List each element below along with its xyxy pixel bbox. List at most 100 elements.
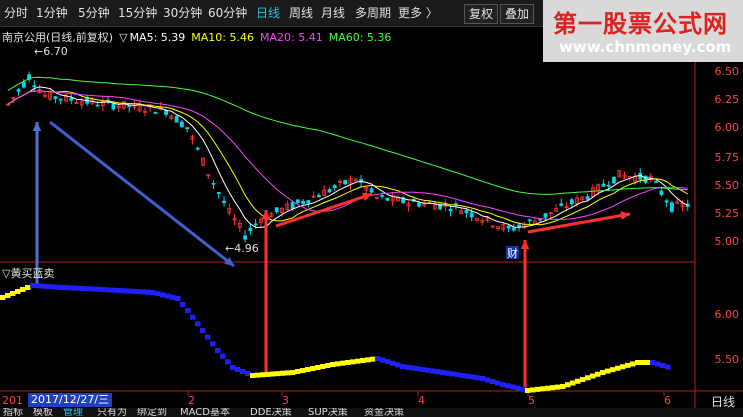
indicator-bar [100, 287, 106, 292]
price-tick: 5.25 [714, 207, 740, 220]
indicator-bar [405, 364, 411, 370]
bottom-tab[interactable]: 绑定到 [137, 408, 167, 417]
bottom-tab[interactable]: 资金决策 [364, 408, 404, 417]
tab-5min[interactable]: 5分钟 [78, 3, 110, 23]
ma5-label: MA5: 5.39 [129, 31, 186, 44]
candle-body [585, 196, 590, 200]
tab-daily[interactable]: 日线 [256, 3, 280, 23]
watermark-title: 第一股票公式网 [553, 10, 728, 38]
tab-1min[interactable]: 1分钟 [36, 3, 68, 23]
indicator-bar [15, 289, 21, 294]
indicator-bar [510, 384, 516, 390]
indicator-bar [190, 314, 196, 320]
indicator-bar [325, 363, 331, 368]
bottom-tab[interactable]: 模板 [33, 408, 53, 417]
tab-multi-period[interactable]: 多周期 [355, 3, 391, 23]
indicator-bar [180, 302, 186, 307]
tab-60min[interactable]: 60分钟 [208, 3, 247, 23]
candle-body [274, 207, 279, 213]
candle-body [543, 213, 548, 218]
indicator-title[interactable]: ▽黄买蓝卖 [2, 265, 54, 281]
date-tick: 3 [282, 394, 289, 407]
candle-body [448, 208, 453, 212]
indicator-bar [105, 287, 111, 293]
indicator-bar [185, 308, 191, 313]
tab-30min[interactable]: 30分钟 [163, 3, 202, 23]
candle-body [559, 203, 564, 206]
indicator-bar [85, 286, 91, 292]
indicator-bar [580, 377, 586, 382]
indicator-bar [545, 385, 551, 391]
indicator-tick: 6.00 [714, 308, 740, 321]
candle-body [253, 223, 258, 226]
indicator-bar [70, 285, 76, 291]
candle-body [670, 202, 674, 212]
indicator-bar [295, 369, 301, 374]
candle-body [527, 219, 532, 222]
indicator-bar [655, 361, 661, 367]
cai-badge-text: 财 [507, 246, 518, 260]
indicator-bar [285, 370, 291, 376]
bottom-tab[interactable]: 管理 [63, 408, 83, 417]
bottom-tab[interactable]: MACD基本 [180, 408, 230, 417]
overlay-button[interactable]: 叠加 [500, 4, 535, 24]
indicator-bar [40, 283, 46, 289]
arrow-up-red-2-head [520, 240, 530, 250]
date-tick: 5 [528, 394, 535, 407]
tab-15min[interactable]: 15分钟 [118, 3, 157, 23]
indicator-bar [540, 386, 546, 392]
tab-more[interactable]: 更多 〉 [398, 3, 438, 23]
candle-body [216, 192, 221, 194]
indicator-bar [115, 287, 121, 293]
watermark-logo: 第一股票公式网 www.chnmoney.com [543, 0, 743, 62]
bottom-tab[interactable]: DDE决策 [250, 408, 292, 417]
indicator-bar [570, 380, 576, 386]
candle-body [327, 189, 332, 193]
candle-body [95, 104, 100, 107]
indicator-bar [460, 373, 466, 378]
candle-body [185, 127, 190, 129]
candle-body [369, 188, 374, 193]
price-tick: 6.00 [714, 121, 740, 134]
indicator-bar [130, 288, 136, 294]
indicator-bar [50, 284, 56, 290]
indicator-bar [120, 288, 126, 294]
tab-monthly[interactable]: 月线 [321, 3, 345, 23]
date-tick: 4 [418, 394, 425, 407]
indicator-bar [305, 367, 311, 372]
indicator-bar [235, 367, 241, 372]
tab-weekly[interactable]: 周线 [289, 3, 313, 23]
candle-body [606, 184, 611, 187]
indicator-bar [25, 285, 31, 290]
candle-body [417, 202, 421, 207]
indicator-bar [140, 289, 146, 295]
kline-chart[interactable]: ←6.70 ←4.96 财 [0, 0, 743, 417]
indicator-bar [665, 364, 671, 370]
bottom-tab[interactable]: SUP决策 [308, 408, 348, 417]
indicator-bar [555, 384, 561, 390]
indicator-bar [470, 374, 476, 380]
indicator-bar [520, 386, 526, 392]
ma20-line [7, 90, 688, 220]
bottom-tab[interactable]: 只有为 [97, 408, 127, 417]
bottom-tab[interactable]: 指标 [3, 408, 23, 417]
candle-body [111, 103, 116, 110]
indicator-bar [355, 358, 361, 364]
candle-body [32, 85, 37, 88]
candle-body [21, 81, 26, 88]
indicator-bar [365, 357, 371, 363]
adjust-button[interactable]: 复权 [464, 4, 499, 24]
indicator-bar [55, 284, 61, 290]
indicator-bar [125, 288, 131, 294]
indicator-bar [360, 358, 366, 363]
indicator-bar [290, 370, 296, 375]
indicator-bar [395, 362, 401, 368]
indicator-bar [60, 285, 66, 290]
candle-body [464, 209, 469, 214]
candle-body [16, 89, 21, 92]
legend-toggle-icon[interactable]: ▽ [119, 31, 127, 44]
tab-fenshi[interactable]: 分时 [4, 3, 28, 23]
indicator-bar [10, 291, 16, 296]
date-tick: 2 [188, 394, 195, 407]
candle-body [290, 202, 295, 209]
